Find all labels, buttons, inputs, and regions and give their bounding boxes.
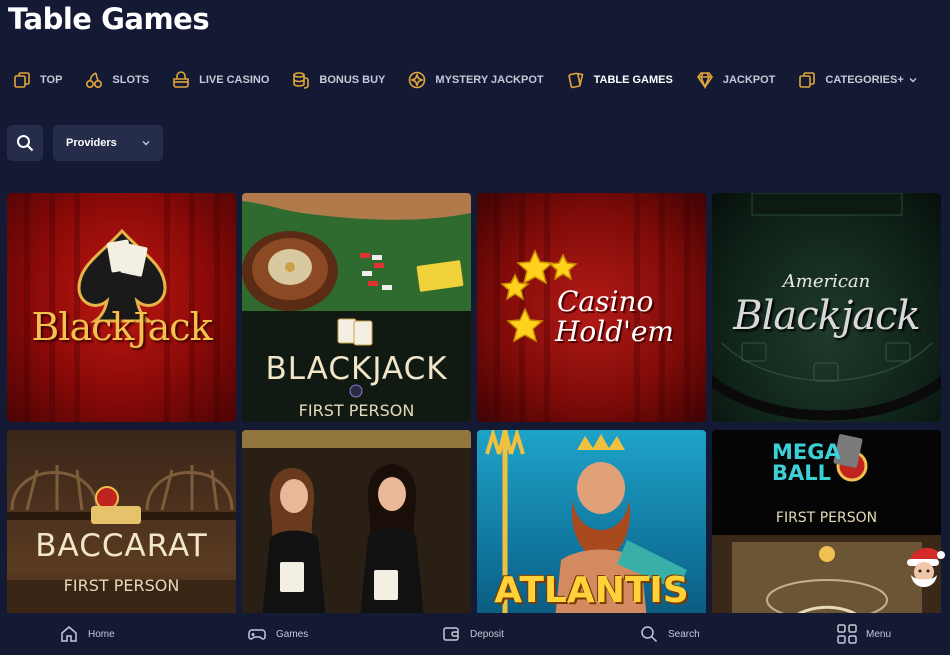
chevron-down-icon — [909, 78, 917, 83]
cherries-icon — [86, 72, 103, 89]
categories-icon — [799, 72, 816, 88]
game-subtitle: FIRST PERSON — [298, 401, 415, 420]
category-more[interactable]: CATEGORIES+ — [797, 66, 917, 94]
category-jackpot[interactable]: JACKPOT — [695, 66, 776, 94]
nav-games[interactable]: Games — [248, 625, 308, 643]
category-label: CATEGORIES+ — [825, 74, 904, 86]
mystery-coin-icon — [409, 71, 426, 89]
nav-games-label: Games — [276, 628, 309, 640]
page-title: Table Games — [8, 2, 210, 36]
game-title: BACCARAT — [35, 528, 208, 564]
game-title: Blackjack — [733, 293, 921, 339]
game-title: Casino — [557, 285, 654, 318]
game-title: ATLANTIS — [494, 570, 689, 611]
game-subtitle: American — [782, 271, 871, 292]
nav-deposit[interactable]: Deposit — [442, 625, 504, 643]
home-icon — [61, 626, 77, 642]
category-top[interactable]: TOP — [12, 66, 62, 94]
live-dealer-icon — [173, 71, 189, 88]
game-title: BlackJack — [31, 305, 212, 349]
game-tile-casino-holdem[interactable]: Casino Hold'em — [477, 193, 706, 422]
category-label: SLOTS — [112, 74, 150, 86]
nav-home[interactable]: Home — [60, 625, 115, 643]
nav-search[interactable]: Search — [640, 625, 700, 643]
nav-home-label: Home — [88, 628, 115, 640]
grid-menu-icon — [837, 624, 857, 644]
nav-menu-label: Menu — [866, 628, 892, 640]
category-bonus-buy[interactable]: BONUS BUY — [291, 66, 385, 94]
santa-chat-icon[interactable] — [903, 545, 945, 591]
game-title: BLACKJACK — [265, 351, 448, 387]
game-title: MEGA BALL — [772, 442, 941, 484]
game-subtitle: FIRST PERSON — [63, 576, 180, 595]
game-title-line-2: BALL — [772, 461, 832, 485]
chevron-down-icon — [142, 141, 150, 146]
nav-menu[interactable]: Menu — [836, 623, 891, 645]
category-mystery-jackpot[interactable]: MYSTERY JACKPOT — [407, 66, 544, 94]
search-icon — [641, 626, 658, 643]
bottom-nav: Home Games Deposit Search Menu — [0, 613, 950, 655]
diamond-icon — [696, 72, 713, 90]
category-label: BONUS BUY — [319, 74, 386, 86]
category-label: JACKPOT — [722, 74, 776, 86]
category-nav: TOP SLOTS LIVE CASINO BONUS BUY MYSTERY … — [0, 66, 928, 94]
gamepad-icon — [248, 629, 266, 640]
top-icon — [14, 72, 30, 88]
category-label: LIVE CASINO — [199, 74, 270, 86]
roulette-table-artwork — [242, 193, 471, 422]
category-label: TABLE GAMES — [593, 74, 673, 86]
game-tile-american-blackjack[interactable]: American Blackjack — [712, 193, 941, 422]
nav-deposit-label: Deposit — [470, 628, 504, 640]
search-button[interactable] — [7, 125, 43, 161]
game-subtitle: Hold'em — [555, 315, 674, 348]
providers-label: Providers — [66, 137, 117, 149]
game-subtitle: FIRST PERSON — [775, 510, 878, 526]
cards-icon — [567, 72, 584, 89]
search-icon — [17, 135, 34, 152]
category-label: TOP — [40, 74, 63, 86]
category-slots[interactable]: SLOTS — [84, 66, 149, 94]
coins-icon — [293, 72, 310, 89]
category-table-games[interactable]: TABLE GAMES — [566, 66, 673, 94]
category-label: MYSTERY JACKPOT — [435, 74, 544, 86]
category-live-casino[interactable]: LIVE CASINO — [171, 66, 269, 94]
game-tile-blackjack-first-person[interactable]: BLACKJACK FIRST PERSON — [242, 193, 471, 422]
nav-search-label: Search — [668, 628, 700, 640]
game-tile-blackjack[interactable]: BlackJack — [7, 193, 236, 422]
wallet-icon — [443, 627, 459, 641]
games-grid: BlackJack BLACKJACK FIRST PERSON Casino … — [7, 193, 942, 655]
providers-dropdown[interactable]: Providers — [53, 125, 163, 161]
